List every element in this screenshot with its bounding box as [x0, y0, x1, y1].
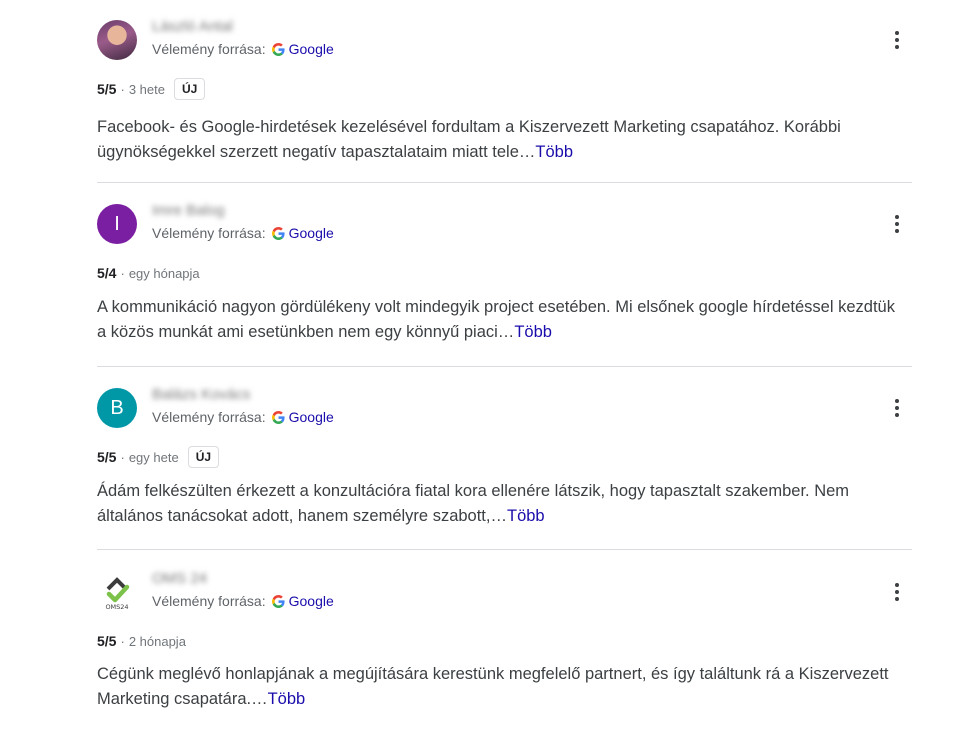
more-options-icon[interactable]	[887, 394, 907, 422]
review-text: Cégünk meglévő honlapjának a megújításár…	[97, 662, 897, 712]
review-meta: 5/4 · egy hónapja	[97, 260, 200, 286]
more-link[interactable]: Több	[535, 143, 573, 161]
review-time: egy hete	[128, 449, 179, 465]
avatar-letter: B	[110, 396, 124, 419]
review-meta: 5/5 · 2 hónapja	[97, 628, 186, 654]
review-time: 2 hónapja	[128, 633, 186, 649]
review-source: Vélemény forrása: Google	[152, 409, 334, 425]
review-source: Vélemény forrása: Google	[152, 41, 334, 57]
separator: ·	[120, 633, 125, 649]
new-badge: ÚJ	[173, 78, 206, 100]
divider	[97, 182, 912, 183]
more-options-icon[interactable]	[887, 578, 907, 606]
divider	[97, 549, 912, 550]
review-text: A kommunikáció nagyon gördülékeny volt m…	[97, 295, 897, 345]
divider	[97, 366, 912, 367]
review-text: Ádám felkészülten érkezett a konzultáció…	[97, 479, 897, 529]
rating: 5/5	[97, 81, 117, 97]
review-time: egy hónapja	[128, 265, 200, 281]
more-link[interactable]: Több	[268, 690, 306, 708]
more-options-icon[interactable]	[887, 210, 907, 238]
source-name[interactable]: Google	[289, 409, 334, 425]
reviewer-name[interactable]: László Antal	[152, 18, 233, 35]
review-source: Vélemény forrása: Google	[152, 593, 334, 609]
reviewer-avatar[interactable]: OMS24	[97, 572, 137, 612]
rating: 5/5	[97, 633, 117, 649]
review-body: Facebook- és Google-hirdetések kezelésév…	[97, 118, 841, 161]
google-icon	[271, 410, 285, 424]
reviewer-avatar[interactable]: B	[97, 388, 137, 428]
more-link[interactable]: Több	[514, 323, 552, 341]
more-link[interactable]: Több	[507, 507, 545, 525]
source-label: Vélemény forrása:	[152, 225, 266, 241]
rating: 5/4	[97, 265, 117, 281]
reviewer-avatar[interactable]	[97, 20, 137, 60]
separator: ·	[120, 265, 125, 281]
google-icon	[271, 594, 285, 608]
logo-text: OMS24	[105, 603, 128, 611]
reviewer-name[interactable]: Balázs Kovács	[152, 386, 250, 403]
source-label: Vélemény forrása:	[152, 409, 266, 425]
oms24-logo-icon: OMS24	[105, 577, 130, 611]
source-name[interactable]: Google	[289, 225, 334, 241]
google-icon	[271, 42, 285, 56]
source-name[interactable]: Google	[289, 41, 334, 57]
review-meta: 5/5 · 3 hete ÚJ	[97, 76, 206, 102]
separator: ·	[120, 449, 125, 465]
separator: ·	[120, 81, 125, 97]
source-label: Vélemény forrása:	[152, 41, 266, 57]
review-meta: 5/5 · egy hete ÚJ	[97, 444, 220, 470]
review-body: Cégünk meglévő honlapjának a megújításár…	[97, 665, 889, 708]
review-body: Ádám felkészülten érkezett a konzultáció…	[97, 482, 850, 525]
review-source: Vélemény forrása: Google	[152, 225, 334, 241]
review-body: A kommunikáció nagyon gördülékeny volt m…	[97, 298, 895, 341]
reviewer-name[interactable]: Imre Balog	[152, 202, 225, 219]
review-text: Facebook- és Google-hirdetések kezelésév…	[97, 115, 897, 165]
reviewer-avatar[interactable]: I	[97, 204, 137, 244]
review-time: 3 hete	[128, 81, 165, 97]
new-badge: ÚJ	[187, 446, 220, 468]
avatar-letter: I	[114, 212, 120, 235]
google-icon	[271, 226, 285, 240]
rating: 5/5	[97, 449, 117, 465]
source-label: Vélemény forrása:	[152, 593, 266, 609]
source-name[interactable]: Google	[289, 593, 334, 609]
more-options-icon[interactable]	[887, 26, 907, 54]
reviewer-name[interactable]: OMS 24	[152, 570, 207, 587]
